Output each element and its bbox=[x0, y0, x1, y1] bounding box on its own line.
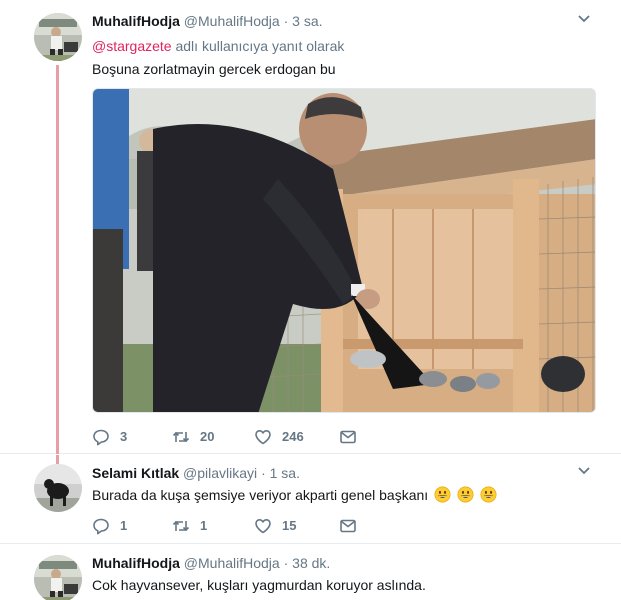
author-name[interactable]: MuhalifHodja bbox=[92, 555, 180, 571]
envelope-icon bbox=[340, 519, 356, 533]
avatar[interactable] bbox=[34, 13, 82, 61]
retweet-button[interactable]: 20 bbox=[172, 428, 254, 446]
direct-message-button[interactable] bbox=[339, 428, 419, 446]
author-name[interactable]: MuhalifHodja bbox=[92, 13, 180, 29]
timestamp[interactable]: 3 sa. bbox=[292, 13, 322, 29]
tweet-header: MuhalifHodja @MuhalifHodja · 38 dk. bbox=[92, 554, 601, 572]
tweet-text-container: Burada da kuşa şemsiye veriyor akparti g… bbox=[92, 486, 601, 505]
author-name[interactable]: Selami Kıtlak bbox=[92, 465, 179, 481]
like-button[interactable]: 15 bbox=[254, 517, 339, 535]
reply-button[interactable]: 3 bbox=[92, 428, 172, 446]
tweet-text: Cok hayvansever, kuşları yagmurdan koruy… bbox=[92, 577, 426, 593]
separator-dot: · bbox=[283, 13, 289, 29]
avatar[interactable] bbox=[34, 555, 82, 600]
retweet-button[interactable]: 1 bbox=[172, 517, 254, 535]
reply-icon bbox=[93, 429, 109, 446]
author-handle[interactable]: @pilavlikayi bbox=[183, 465, 257, 481]
like-count: 246 bbox=[282, 429, 304, 444]
timestamp[interactable]: 1 sa. bbox=[270, 465, 300, 481]
reply-context-label: adlı kullanıcıya yanıt olarak bbox=[175, 38, 345, 54]
direct-message-button[interactable] bbox=[339, 517, 419, 535]
reply-count: 1 bbox=[120, 518, 128, 533]
heart-icon bbox=[255, 430, 271, 445]
chevron-down-icon[interactable] bbox=[577, 12, 591, 26]
grinning-face-emoji-icon bbox=[434, 486, 451, 503]
retweet-icon bbox=[172, 431, 190, 443]
thread-line bbox=[56, 65, 59, 454]
reply-icon bbox=[93, 518, 109, 535]
author-handle[interactable]: @MuhalifHodja bbox=[184, 555, 280, 571]
envelope-icon bbox=[340, 430, 356, 444]
retweet-count: 20 bbox=[200, 429, 215, 444]
avatar[interactable] bbox=[34, 464, 82, 512]
author-handle[interactable]: @MuhalifHodja bbox=[184, 13, 280, 29]
tweet-header: Selami Kıtlak @pilavlikayi · 1 sa. bbox=[92, 464, 601, 482]
tweet-actions: 1 1 15 bbox=[92, 517, 419, 535]
reply-button[interactable]: 1 bbox=[92, 517, 172, 535]
reply-mention-link[interactable]: @stargazete bbox=[92, 38, 172, 54]
tweet-1[interactable]: MuhalifHodja @MuhalifHodja · 3 sa. @star… bbox=[0, 0, 621, 454]
retweet-count: 1 bbox=[200, 518, 208, 533]
tweet-2[interactable]: Selami Kıtlak @pilavlikayi · 1 sa. Burad… bbox=[0, 455, 621, 544]
heart-icon bbox=[255, 519, 271, 534]
like-count: 15 bbox=[282, 518, 297, 533]
separator-dot: · bbox=[261, 465, 266, 481]
retweet-icon bbox=[172, 520, 190, 532]
tweet-3[interactable]: MuhalifHodja @MuhalifHodja · 38 dk. Cok … bbox=[0, 545, 621, 600]
reply-context: @stargazete adlı kullanıcıya yanıt olara… bbox=[92, 37, 601, 55]
tweet-text: Burada da kuşa şemsiye veriyor akparti g… bbox=[92, 487, 429, 503]
separator-dot: · bbox=[283, 555, 289, 571]
reply-count: 3 bbox=[120, 429, 128, 444]
grinning-face-emoji-icon bbox=[480, 486, 497, 503]
tweet-header: MuhalifHodja @MuhalifHodja · 3 sa. bbox=[92, 12, 601, 30]
tweet-photo[interactable] bbox=[92, 88, 596, 413]
timestamp[interactable]: 38 dk. bbox=[292, 555, 330, 571]
grinning-face-emoji-icon bbox=[457, 486, 474, 503]
tweet-actions: 3 20 246 bbox=[92, 428, 419, 446]
thread-line bbox=[56, 455, 59, 464]
like-button[interactable]: 246 bbox=[254, 428, 339, 446]
chevron-down-icon[interactable] bbox=[577, 464, 591, 478]
tweet-text: Boşuna zorlatmayin gercek erdogan bu bbox=[92, 61, 336, 77]
